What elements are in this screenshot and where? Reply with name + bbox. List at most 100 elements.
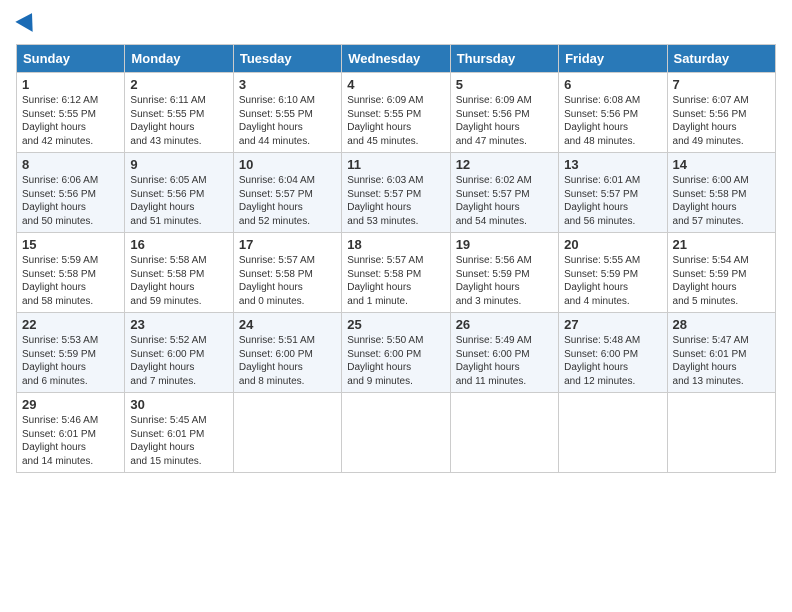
cell-info: Sunrise: 6:00 AMSunset: 5:58 PMDaylight … — [673, 174, 770, 228]
cell-info: Sunrise: 5:59 AMSunset: 5:58 PMDaylight … — [22, 254, 119, 308]
cell-info: Sunrise: 6:11 AMSunset: 5:55 PMDaylight … — [130, 94, 227, 148]
cell-info: Sunrise: 6:06 AMSunset: 5:56 PMDaylight … — [22, 174, 119, 228]
calendar-cell: 14Sunrise: 6:00 AMSunset: 5:58 PMDayligh… — [667, 153, 775, 233]
cell-info: Sunrise: 6:09 AMSunset: 5:56 PMDaylight … — [456, 94, 553, 148]
cell-day-number: 22 — [22, 317, 119, 332]
cell-day-number: 27 — [564, 317, 661, 332]
header-saturday: Saturday — [667, 45, 775, 73]
cell-day-number: 6 — [564, 77, 661, 92]
calendar-cell: 18 Sunrise: 5:57 AMSunset: 5:58 PMDayligh… — [342, 233, 450, 313]
cell-info: Sunrise: 5:48 AMSunset: 6:00 PMDaylight … — [564, 334, 661, 388]
cell-day-number: 30 — [130, 397, 227, 412]
cell-day-number: 7 — [673, 77, 770, 92]
calendar-cell: 8 Sunrise: 6:06 AMSunset: 5:56 PMDaylight… — [17, 153, 125, 233]
cell-day-number: 25 — [347, 317, 444, 332]
cell-info: Sunrise: 5:49 AMSunset: 6:00 PMDaylight … — [456, 334, 553, 388]
cell-day-number: 28 — [673, 317, 770, 332]
calendar-header-row: SundayMondayTuesdayWednesdayThursdayFrid… — [17, 45, 776, 73]
cell-day-number: 17 — [239, 237, 336, 252]
cell-day-number: 12 — [456, 157, 553, 172]
cell-info: Sunrise: 6:10 AMSunset: 5:55 PMDaylight … — [239, 94, 336, 148]
cell-info: Sunrise: 6:12 AMSunset: 5:55 PMDaylight … — [22, 94, 119, 148]
calendar-cell: 30Sunrise: 5:45 AMSunset: 6:01 PMDayligh… — [125, 393, 233, 473]
cell-day-number: 15 — [22, 237, 119, 252]
cell-info: Sunrise: 5:54 AMSunset: 5:59 PMDaylight … — [673, 254, 770, 308]
cell-info: Sunrise: 6:05 AMSunset: 5:56 PMDaylight … — [130, 174, 227, 228]
cell-info: Sunrise: 5:51 AMSunset: 6:00 PMDaylight … — [239, 334, 336, 388]
calendar-cell: 6 Sunrise: 6:08 AMSunset: 5:56 PMDaylight… — [559, 73, 667, 153]
calendar-cell — [342, 393, 450, 473]
header-tuesday: Tuesday — [233, 45, 341, 73]
logo — [16, 16, 38, 32]
header-monday: Monday — [125, 45, 233, 73]
cell-day-number: 3 — [239, 77, 336, 92]
cell-info: Sunrise: 6:02 AMSunset: 5:57 PMDaylight … — [456, 174, 553, 228]
calendar-cell: 1 Sunrise: 6:12 AMSunset: 5:55 PMDaylight… — [17, 73, 125, 153]
cell-day-number: 8 — [22, 157, 119, 172]
cell-day-number: 18 — [347, 237, 444, 252]
calendar-cell: 12 Sunrise: 6:02 AMSunset: 5:57 PMDayligh… — [450, 153, 558, 233]
cell-day-number: 1 — [22, 77, 119, 92]
cell-info: Sunrise: 6:01 AMSunset: 5:57 PMDaylight … — [564, 174, 661, 228]
cell-info: Sunrise: 5:50 AMSunset: 6:00 PMDaylight … — [347, 334, 444, 388]
calendar-cell: 11 Sunrise: 6:03 AMSunset: 5:57 PMDayligh… — [342, 153, 450, 233]
calendar-week-5: 29 Sunrise: 5:46 AMSunset: 6:01 PMDayligh… — [17, 393, 776, 473]
calendar-cell: 17 Sunrise: 5:57 AMSunset: 5:58 PMDayligh… — [233, 233, 341, 313]
calendar-cell — [667, 393, 775, 473]
cell-day-number: 21 — [673, 237, 770, 252]
calendar-cell: 3 Sunrise: 6:10 AMSunset: 5:55 PMDaylight… — [233, 73, 341, 153]
calendar-week-1: 1 Sunrise: 6:12 AMSunset: 5:55 PMDaylight… — [17, 73, 776, 153]
cell-day-number: 29 — [22, 397, 119, 412]
cell-day-number: 4 — [347, 77, 444, 92]
calendar-week-2: 8 Sunrise: 6:06 AMSunset: 5:56 PMDaylight… — [17, 153, 776, 233]
cell-info: Sunrise: 5:57 AMSunset: 5:58 PMDaylight … — [239, 254, 336, 308]
cell-day-number: 24 — [239, 317, 336, 332]
header-thursday: Thursday — [450, 45, 558, 73]
header-friday: Friday — [559, 45, 667, 73]
cell-info: Sunrise: 5:58 AMSunset: 5:58 PMDaylight … — [130, 254, 227, 308]
calendar-cell: 26Sunrise: 5:49 AMSunset: 6:00 PMDayligh… — [450, 313, 558, 393]
cell-info: Sunrise: 5:46 AMSunset: 6:01 PMDaylight … — [22, 414, 119, 468]
cell-day-number: 16 — [130, 237, 227, 252]
cell-info: Sunrise: 6:04 AMSunset: 5:57 PMDaylight … — [239, 174, 336, 228]
calendar-cell: 16 Sunrise: 5:58 AMSunset: 5:58 PMDayligh… — [125, 233, 233, 313]
cell-day-number: 23 — [130, 317, 227, 332]
calendar-cell: 21 Sunrise: 5:54 AMSunset: 5:59 PMDayligh… — [667, 233, 775, 313]
cell-info: Sunrise: 6:08 AMSunset: 5:56 PMDaylight … — [564, 94, 661, 148]
calendar-cell: 5 Sunrise: 6:09 AMSunset: 5:56 PMDaylight… — [450, 73, 558, 153]
calendar-cell — [233, 393, 341, 473]
calendar-cell: 19Sunrise: 5:56 AMSunset: 5:59 PMDayligh… — [450, 233, 558, 313]
header-wednesday: Wednesday — [342, 45, 450, 73]
cell-info: Sunrise: 6:03 AMSunset: 5:57 PMDaylight … — [347, 174, 444, 228]
calendar-table: SundayMondayTuesdayWednesdayThursdayFrid… — [16, 44, 776, 473]
calendar-cell: 20 Sunrise: 5:55 AMSunset: 5:59 PMDayligh… — [559, 233, 667, 313]
cell-day-number: 11 — [347, 157, 444, 172]
header-sunday: Sunday — [17, 45, 125, 73]
page-header — [16, 16, 776, 32]
calendar-cell: 22 Sunrise: 5:53 AMSunset: 5:59 PMDayligh… — [17, 313, 125, 393]
calendar-cell — [450, 393, 558, 473]
calendar-cell: 9Sunrise: 6:05 AMSunset: 5:56 PMDaylight… — [125, 153, 233, 233]
calendar-cell: 7 Sunrise: 6:07 AMSunset: 5:56 PMDaylight… — [667, 73, 775, 153]
cell-info: Sunrise: 5:53 AMSunset: 5:59 PMDaylight … — [22, 334, 119, 388]
cell-info: Sunrise: 5:52 AMSunset: 6:00 PMDaylight … — [130, 334, 227, 388]
calendar-cell: 28 Sunrise: 5:47 AMSunset: 6:01 PMDayligh… — [667, 313, 775, 393]
cell-info: Sunrise: 5:47 AMSunset: 6:01 PMDaylight … — [673, 334, 770, 388]
calendar-cell: 10Sunrise: 6:04 AMSunset: 5:57 PMDayligh… — [233, 153, 341, 233]
cell-info: Sunrise: 6:09 AMSunset: 5:55 PMDaylight … — [347, 94, 444, 148]
calendar-cell: 2 Sunrise: 6:11 AMSunset: 5:55 PMDaylight… — [125, 73, 233, 153]
calendar-cell: 13 Sunrise: 6:01 AMSunset: 5:57 PMDayligh… — [559, 153, 667, 233]
cell-day-number: 5 — [456, 77, 553, 92]
cell-info: Sunrise: 5:57 AMSunset: 5:58 PMDaylight … — [347, 254, 444, 308]
calendar-cell: 25 Sunrise: 5:50 AMSunset: 6:00 PMDayligh… — [342, 313, 450, 393]
calendar-cell: 27 Sunrise: 5:48 AMSunset: 6:00 PMDayligh… — [559, 313, 667, 393]
cell-day-number: 13 — [564, 157, 661, 172]
calendar-cell: 24 Sunrise: 5:51 AMSunset: 6:00 PMDayligh… — [233, 313, 341, 393]
calendar-cell: 4 Sunrise: 6:09 AMSunset: 5:55 PMDaylight… — [342, 73, 450, 153]
cell-info: Sunrise: 6:07 AMSunset: 5:56 PMDaylight … — [673, 94, 770, 148]
calendar-cell — [559, 393, 667, 473]
cell-day-number: 20 — [564, 237, 661, 252]
cell-info: Sunrise: 5:56 AMSunset: 5:59 PMDaylight … — [456, 254, 553, 308]
cell-info: Sunrise: 5:55 AMSunset: 5:59 PMDaylight … — [564, 254, 661, 308]
cell-day-number: 2 — [130, 77, 227, 92]
